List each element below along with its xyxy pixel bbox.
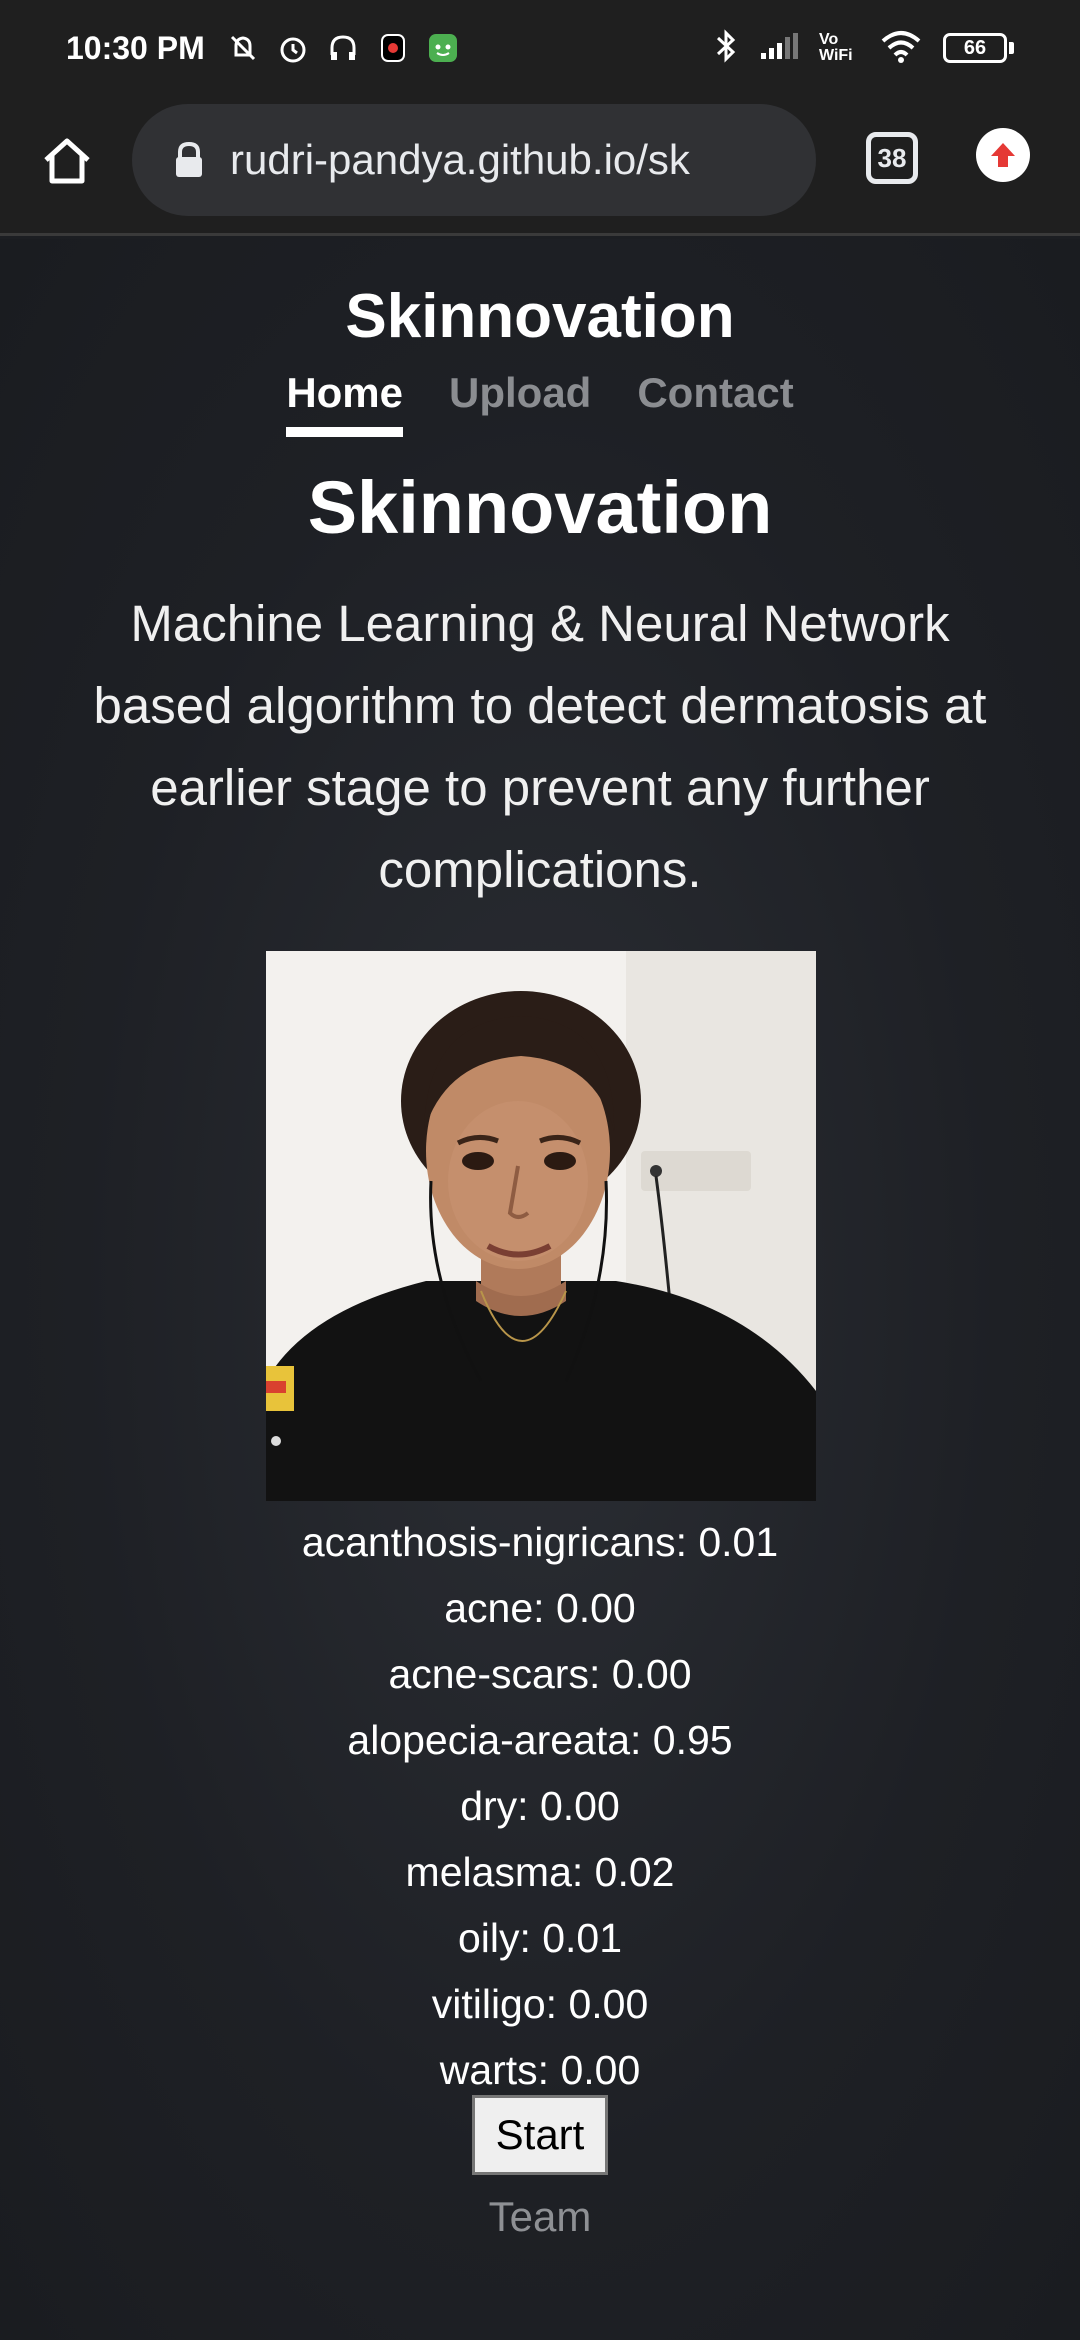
hero-title: Skinnovation (307, 466, 773, 549)
site-brand[interactable]: Skinnovation (0, 281, 1080, 352)
url-text: rudri-pandya.github.io/sk (230, 136, 690, 183)
update-icon[interactable] (976, 128, 1030, 182)
lock-icon (172, 140, 206, 180)
prediction-item: warts: 0.00 (439, 2047, 641, 2093)
prediction-item: acne-scars: 0.00 (388, 1651, 692, 1697)
prediction-item: melasma: 0.02 (405, 1849, 675, 1895)
browser-toolbar: rudri-pandya.github.io/sk 38 (0, 96, 1080, 236)
status-bar: 10:30 PM Vo WiFi 66 (0, 0, 1080, 96)
battery-level: 66 (943, 33, 1007, 63)
system-status-icons: Vo WiFi 66 (713, 28, 1014, 69)
web-page: Skinnovation Home Upload Contact Skinnov… (0, 239, 1080, 2340)
webcam-preview (266, 951, 816, 1501)
nav-home[interactable]: Home (286, 369, 403, 437)
prediction-item: acne: 0.00 (444, 1585, 636, 1631)
volte-label: Vo WiFi (819, 31, 853, 64)
app-notification-icon (425, 30, 461, 66)
prediction-item: vitiligo: 0.00 (431, 1981, 649, 2027)
headphones-icon (325, 30, 361, 66)
start-button[interactable]: Start (472, 2095, 608, 2175)
nav-contact[interactable]: Contact (637, 369, 793, 437)
prediction-item: dry: 0.00 (460, 1783, 620, 1829)
alarm-icon (275, 30, 311, 66)
hero-description: Machine Learning & Neural Network based … (93, 595, 987, 898)
battery-icon: 66 (943, 33, 1014, 63)
webcam-person-image (266, 951, 816, 1501)
wifi-icon (879, 29, 923, 68)
site-nav: Home Upload Contact (0, 369, 1080, 437)
address-bar[interactable]: rudri-pandya.github.io/sk (132, 104, 816, 216)
prediction-item: oily: 0.01 (457, 1915, 623, 1961)
prediction-item: acanthosis-nigricans: 0.01 (301, 1519, 779, 1565)
nav-upload[interactable]: Upload (449, 369, 591, 437)
notification-icons (225, 30, 461, 66)
tab-switcher-button[interactable]: 38 (866, 132, 918, 184)
home-icon[interactable] (36, 130, 98, 192)
muted-bell-icon (225, 30, 261, 66)
prediction-list: acanthosis-nigricans: 0.01 acne: 0.00 ac… (0, 1509, 1080, 2103)
status-time: 10:30 PM (66, 29, 205, 66)
team-link[interactable]: Team (0, 2193, 1080, 2241)
bluetooth-icon (713, 28, 739, 69)
watch-icon (375, 30, 411, 66)
signal-icon (759, 31, 799, 66)
prediction-item: alopecia-areata: 0.95 (347, 1717, 733, 1763)
